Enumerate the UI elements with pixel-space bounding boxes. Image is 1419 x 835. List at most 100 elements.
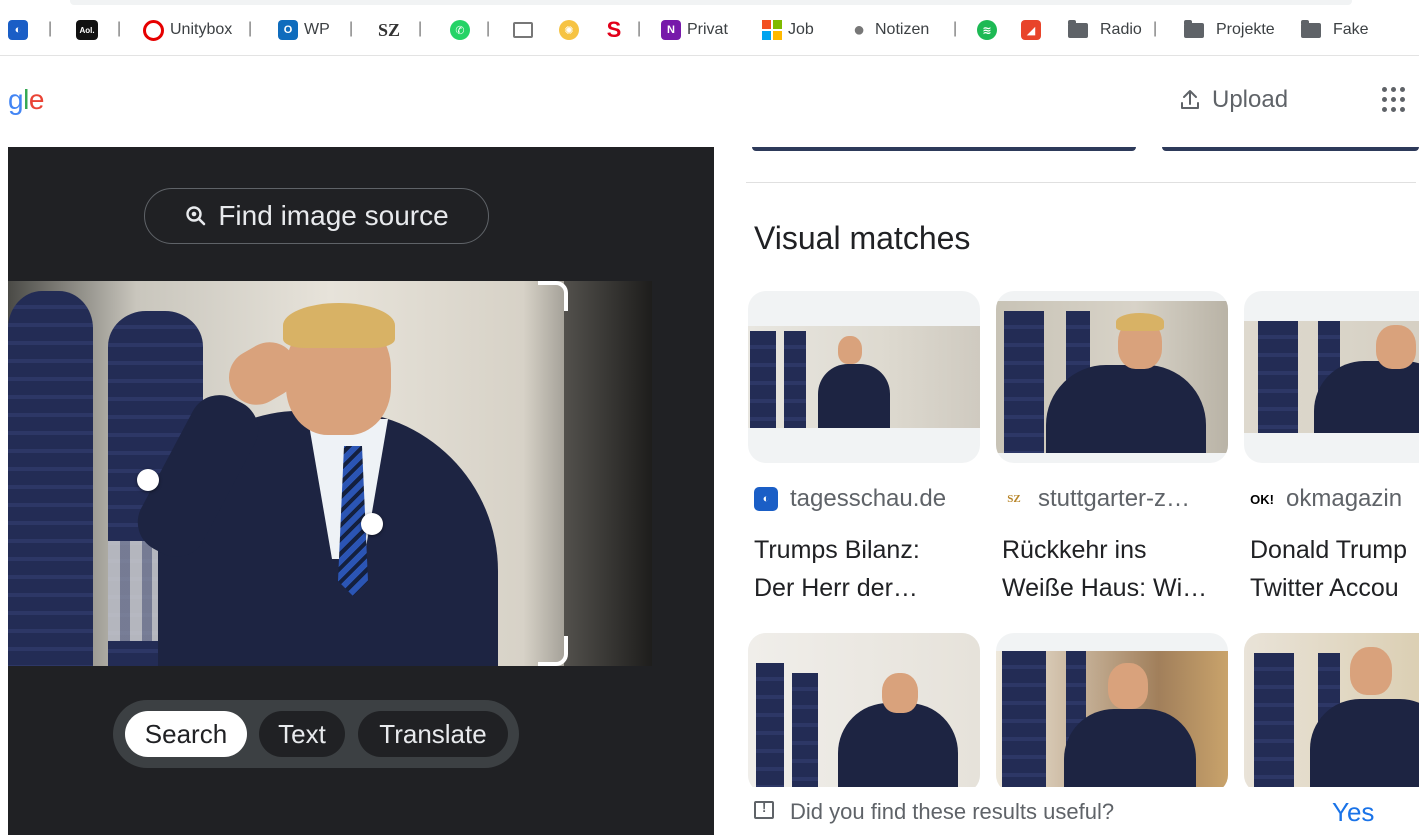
visual-match-dot[interactable] xyxy=(361,513,383,535)
bookmark-privat[interactable]: N Privat xyxy=(661,18,728,42)
visual-match-dot[interactable] xyxy=(137,469,159,491)
match-title[interactable]: Trumps Bilanz: Der Herr der… xyxy=(754,531,986,607)
bookmark-aol[interactable]: Aol. xyxy=(76,18,98,42)
red-app-icon: ◢ xyxy=(1021,20,1041,40)
bookmark-label: Radio xyxy=(1100,21,1142,38)
bookmark-spotify[interactable]: ≋ xyxy=(977,18,997,42)
match-image xyxy=(996,651,1228,793)
feedback-bar: Did you find these results useful? Yes xyxy=(746,787,1419,835)
bookmark-sz[interactable]: SZ xyxy=(376,18,402,42)
microsoft-icon xyxy=(762,20,782,40)
feedback-yes-button[interactable]: Yes xyxy=(1332,797,1374,828)
suit-shape xyxy=(1064,709,1196,793)
outlook-icon: O xyxy=(278,20,298,40)
upload-button[interactable]: Upload xyxy=(1178,82,1288,118)
source-label: tagesschau.de xyxy=(790,485,947,512)
vodafone-icon xyxy=(143,19,164,41)
previous-result-edge xyxy=(1162,147,1419,151)
stuttgarter-icon: SZ xyxy=(1002,487,1026,511)
bookmark-separator: | xyxy=(349,20,354,37)
hair-shape xyxy=(1116,313,1164,331)
head-shape xyxy=(1376,325,1416,369)
bookmark-label: Projekte xyxy=(1216,21,1275,38)
folder-icon xyxy=(1301,19,1321,38)
mode-search-tab[interactable]: Search xyxy=(125,711,247,757)
reader-icon xyxy=(513,22,533,38)
folder-icon xyxy=(1184,19,1204,38)
bookmark-fake[interactable]: Fake xyxy=(1301,18,1369,42)
previous-result-edge xyxy=(752,147,1136,151)
upload-label: Upload xyxy=(1212,86,1289,113)
bookmark-separator: | xyxy=(637,20,642,37)
match-thumbnail[interactable] xyxy=(748,291,980,463)
bookmark-notizen[interactable]: ● Notizen xyxy=(849,18,929,42)
match-thumbnail[interactable] xyxy=(1244,633,1419,793)
bookmark-separator: | xyxy=(486,20,491,37)
match-thumbnail[interactable] xyxy=(1244,291,1419,463)
flag-shape xyxy=(8,291,93,666)
match-thumbnail[interactable] xyxy=(748,633,980,793)
match-title-line: Der Herr der… xyxy=(754,574,918,602)
match-image xyxy=(1244,633,1419,793)
crop-handle-bottom-right[interactable] xyxy=(538,636,568,666)
match-title[interactable]: Rückkehr ins Weiße Haus: Wi… xyxy=(1002,531,1234,607)
mode-translate-tab[interactable]: Translate xyxy=(358,711,508,757)
flag-shape xyxy=(784,331,806,428)
tagesschau-icon: ◐ xyxy=(754,487,778,511)
bookmark-separator: | xyxy=(418,20,423,37)
upload-icon xyxy=(1181,90,1199,109)
find-image-source-button[interactable]: Find image source xyxy=(144,188,489,244)
bookmark-label: Unitybox xyxy=(170,21,233,38)
head-shape xyxy=(1350,647,1392,695)
flag-shape xyxy=(750,331,776,428)
lens-panel: Find image source Search Text Translate xyxy=(8,147,714,835)
suit-shape xyxy=(1046,365,1206,453)
match-title-line: Rückkehr ins xyxy=(1002,536,1147,564)
bookmark-radio[interactable]: Radio xyxy=(1068,18,1142,42)
match-source: ◐ tagesschau.de xyxy=(754,485,946,513)
find-image-source-label: Find image source xyxy=(218,200,449,231)
bookmark-reader[interactable] xyxy=(513,18,533,42)
bookmark-whatsapp[interactable]: ✆ xyxy=(450,18,470,42)
google-logo[interactable]: gle xyxy=(8,84,44,116)
tagesschau-icon: ◐ xyxy=(8,20,28,40)
suit-shape xyxy=(838,703,958,793)
apps-grid-icon[interactable] xyxy=(1382,87,1408,113)
bookmark-separator: | xyxy=(953,20,958,37)
match-source: SZ stuttgarter-z… xyxy=(1002,485,1190,513)
match-title[interactable]: Donald Trump Twitter Accou xyxy=(1250,531,1419,607)
bookmark-wp[interactable]: O WP xyxy=(278,18,330,42)
page-header: gle Upload xyxy=(0,56,1419,146)
flag-shape xyxy=(1004,311,1044,453)
match-thumbnail[interactable] xyxy=(996,633,1228,793)
flag-shape xyxy=(756,663,784,793)
lens-mode-switcher: Search Text Translate xyxy=(113,700,519,768)
selected-image[interactable] xyxy=(8,281,652,666)
bookmark-red-app[interactable]: ◢ xyxy=(1021,18,1041,42)
match-thumbnail[interactable] xyxy=(996,291,1228,463)
ok-magazin-icon: OK! xyxy=(1250,487,1274,511)
flag-shape xyxy=(792,673,818,793)
head-shape xyxy=(882,673,918,713)
match-title-line: Trumps Bilanz: xyxy=(754,536,920,564)
mode-text-tab[interactable]: Text xyxy=(259,711,345,757)
bookmark-job[interactable]: Job xyxy=(762,18,814,42)
bookmark-projekte[interactable]: Projekte xyxy=(1184,18,1275,42)
crop-outside-area xyxy=(564,281,652,666)
logo-letter: g xyxy=(8,84,24,115)
visual-matches-heading: Visual matches xyxy=(754,220,971,256)
crop-handle-top-right[interactable] xyxy=(538,281,568,311)
bookmark-label: WP xyxy=(304,21,330,38)
bookmark-sparkasse[interactable]: S xyxy=(604,17,624,42)
suit-shape xyxy=(1310,699,1419,793)
bookmark-lemon[interactable]: ✺ xyxy=(559,18,579,42)
bookmark-tagesschau[interactable]: ◐ xyxy=(8,18,28,42)
match-source: OK! okmagazin xyxy=(1250,485,1402,513)
bookmark-separator: | xyxy=(248,20,253,37)
bookmark-label: Fake xyxy=(1333,21,1369,38)
bookmark-label: Privat xyxy=(687,21,728,38)
bookmarks-bar: ◐ | Aol. | Unitybox | O WP | SZ | ✆ | ✺ … xyxy=(0,0,1419,56)
bookmark-unitybox[interactable]: Unitybox xyxy=(143,18,232,42)
suit-shape xyxy=(818,364,890,428)
bookmark-label: Job xyxy=(788,21,814,38)
